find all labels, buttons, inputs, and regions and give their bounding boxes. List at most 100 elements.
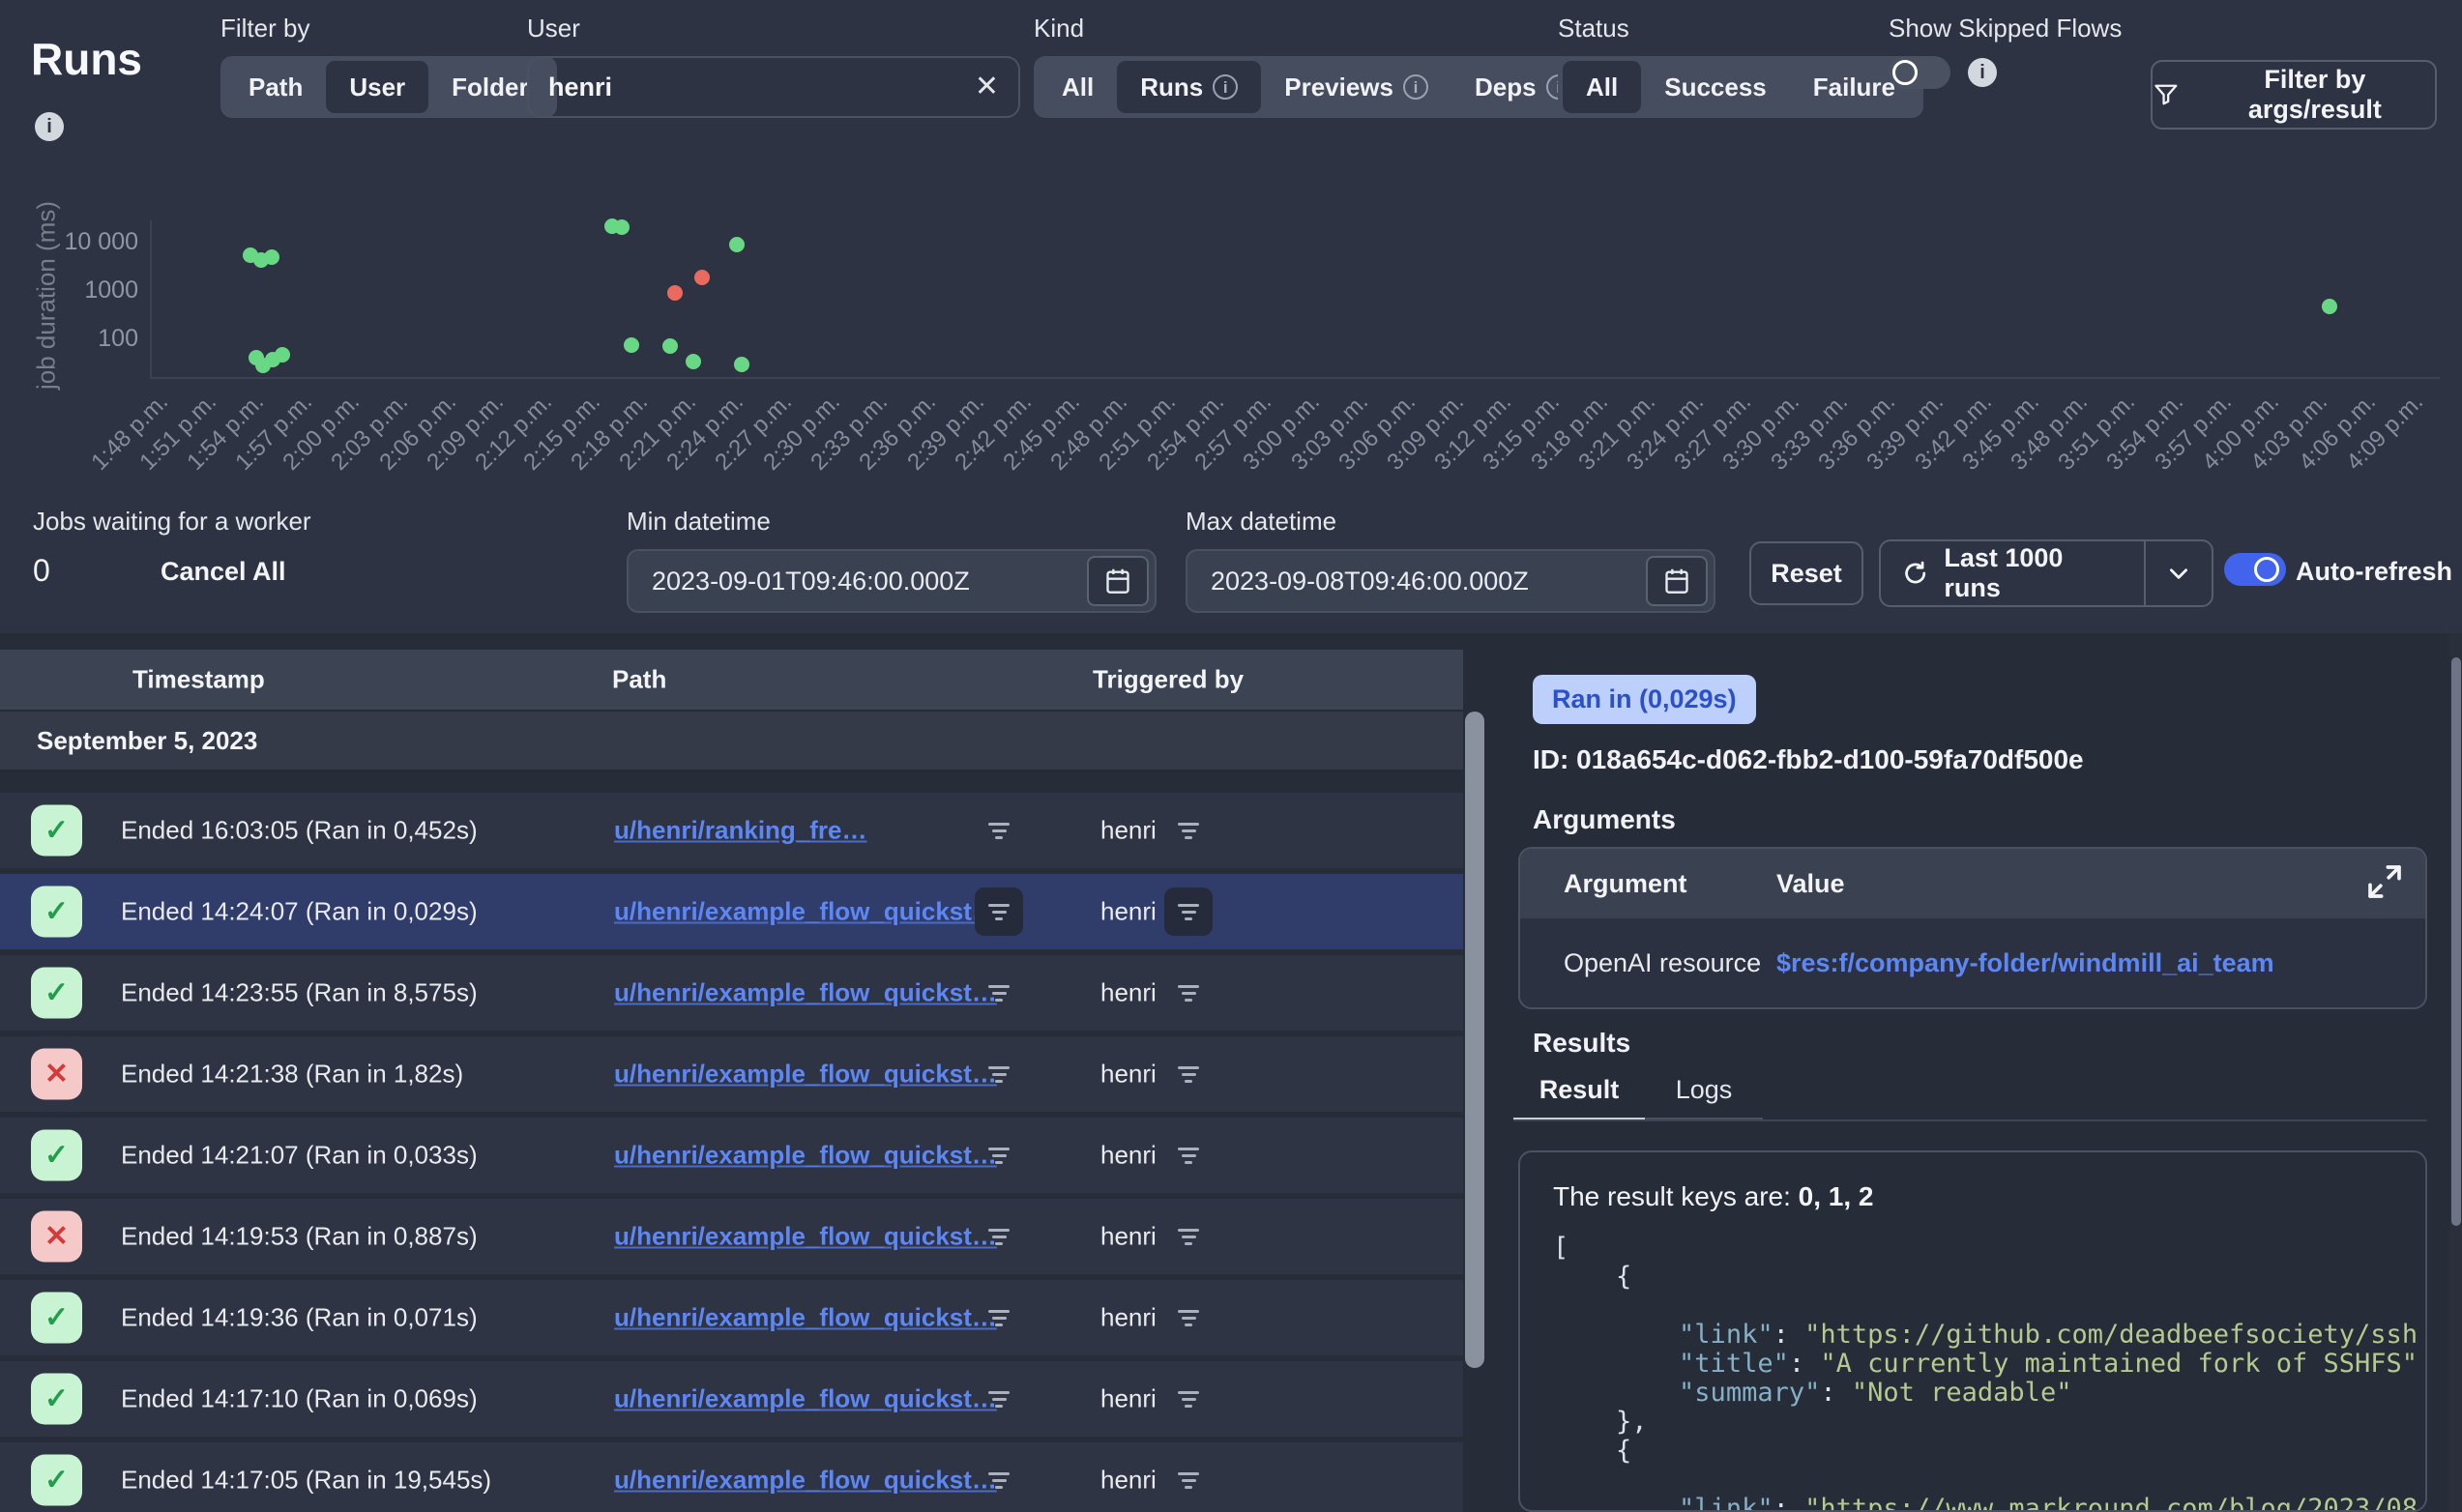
user-filter-button[interactable] xyxy=(1164,1212,1213,1261)
path-filter-button[interactable] xyxy=(975,806,1023,855)
column-triggered-by[interactable]: Triggered by xyxy=(1093,665,1244,695)
max-datetime-input[interactable]: 2023-09-08T09:46:00.000Z xyxy=(1186,549,1715,613)
user-filter-button[interactable] xyxy=(1164,1131,1213,1179)
y-axis-line xyxy=(150,220,152,377)
table-row[interactable]: ✓ Ended 14:17:10 (Ran in 0,069s) u/henri… xyxy=(0,1361,1463,1437)
info-icon[interactable]: i xyxy=(1213,74,1238,100)
kind-option-runs[interactable]: Runs i xyxy=(1117,61,1261,113)
row-path-link[interactable]: u/henri/ranking_fre… xyxy=(614,816,867,846)
dropdown-chevron[interactable] xyxy=(2146,561,2212,586)
row-path-link[interactable]: u/henri/example_flow_quickst… xyxy=(614,1141,997,1171)
table-row[interactable]: ✓ Ended 14:23:55 (Ran in 8,575s) u/henri… xyxy=(0,955,1463,1031)
status-option-success[interactable]: Success xyxy=(1641,61,1790,113)
path-filter-button[interactable] xyxy=(975,1212,1023,1261)
user-input-value: henri xyxy=(548,73,975,102)
expand-icon[interactable] xyxy=(2365,862,2404,901)
filter-args-button[interactable]: Filter by args/result xyxy=(2151,60,2437,130)
user-filter-button[interactable] xyxy=(1164,1050,1213,1098)
kind-option-all[interactable]: All xyxy=(1039,61,1117,113)
path-filter-button[interactable] xyxy=(975,1375,1023,1423)
panel-scrollbar[interactable] xyxy=(2450,633,2462,1512)
row-timestamp: Ended 14:21:38 (Ran in 1,82s) xyxy=(121,1060,463,1090)
table-row[interactable]: ✓ Ended 14:24:07 (Ran in 0,029s) u/henri… xyxy=(0,874,1463,949)
user-input[interactable]: henri ✕ xyxy=(527,56,1020,118)
path-filter-button[interactable] xyxy=(975,969,1023,1017)
chart-point[interactable] xyxy=(624,337,639,353)
scrollbar-thumb[interactable] xyxy=(1465,712,1484,1368)
table-row[interactable]: ✓ Ended 14:21:07 (Ran in 0,033s) u/henri… xyxy=(0,1118,1463,1193)
user-filter-button[interactable] xyxy=(1164,1375,1213,1423)
chart-point[interactable] xyxy=(264,249,279,265)
chart-point[interactable] xyxy=(734,357,749,372)
chart-point[interactable] xyxy=(729,237,745,252)
resource-link[interactable]: $res:f/company-folder/windmill_ai_team xyxy=(1776,948,2274,978)
info-icon[interactable]: i xyxy=(1968,58,1997,87)
row-path-link[interactable]: u/henri/example_flow_quickst… xyxy=(614,1060,997,1090)
chart-point[interactable] xyxy=(2322,299,2337,314)
row-timestamp: Ended 14:19:36 (Ran in 0,071s) xyxy=(121,1303,478,1333)
row-triggered-by: henri xyxy=(1100,1060,1157,1090)
status-option-all[interactable]: All xyxy=(1563,61,1641,113)
reset-button[interactable]: Reset xyxy=(1749,541,1863,605)
scrollbar-thumb[interactable] xyxy=(2451,657,2461,1226)
arguments-table-header: Argument Value xyxy=(1520,849,2425,918)
user-filter-button[interactable] xyxy=(1164,1294,1213,1342)
path-filter-button[interactable] xyxy=(975,887,1023,936)
chart-point[interactable] xyxy=(686,354,701,369)
last-runs-button[interactable]: Last 1000 runs xyxy=(1879,539,2213,607)
auto-refresh-toggle[interactable] xyxy=(2224,553,2286,586)
kind-option-previews[interactable]: Previews i xyxy=(1261,61,1451,113)
column-timestamp[interactable]: Timestamp xyxy=(132,665,265,695)
table-row[interactable]: ✓ Ended 16:03:05 (Ran in 0,452s) u/henri… xyxy=(0,793,1463,868)
calendar-button[interactable] xyxy=(1087,556,1149,606)
table-row[interactable]: ✓ Ended 14:19:36 (Ran in 0,071s) u/henri… xyxy=(0,1280,1463,1355)
chart-point[interactable] xyxy=(667,285,683,301)
user-filter-button[interactable] xyxy=(1164,806,1213,855)
table-scrollbar[interactable] xyxy=(1463,712,1486,1512)
chart-point[interactable] xyxy=(694,270,710,285)
user-label: User xyxy=(527,14,1020,43)
tab-divider xyxy=(1513,1119,2427,1121)
skipped-flows-toggle[interactable] xyxy=(1889,56,1950,89)
row-path-link[interactable]: u/henri/example_flow_quickst… xyxy=(614,897,997,927)
row-path-link[interactable]: u/henri/example_flow_quickst… xyxy=(614,1466,997,1496)
chart-point[interactable] xyxy=(614,219,630,235)
row-triggered-by: henri xyxy=(1100,1141,1157,1171)
row-path-link[interactable]: u/henri/example_flow_quickst… xyxy=(614,978,997,1008)
user-filter-button[interactable] xyxy=(1164,1456,1213,1504)
max-datetime-group: Max datetime 2023-09-08T09:46:00.000Z xyxy=(1186,507,1715,613)
calendar-button[interactable] xyxy=(1646,556,1708,606)
row-path-link[interactable]: u/henri/example_flow_quickst… xyxy=(614,1384,997,1414)
table-row[interactable]: ✓ Ended 14:17:05 (Ran in 19,545s) u/henr… xyxy=(0,1442,1463,1512)
path-filter-button[interactable] xyxy=(975,1456,1023,1504)
path-filter-button[interactable] xyxy=(975,1131,1023,1179)
table-row[interactable]: ✕ Ended 14:19:53 (Ran in 0,887s) u/henri… xyxy=(0,1199,1463,1274)
table-header: Timestamp Path Triggered by xyxy=(0,650,1463,710)
user-filter-button[interactable] xyxy=(1164,969,1213,1017)
min-datetime-input[interactable]: 2023-09-01T09:46:00.000Z xyxy=(627,549,1157,613)
filter-lines-icon xyxy=(1178,981,1199,1005)
cancel-all-button[interactable]: Cancel All xyxy=(161,557,286,587)
filter-by-option-path[interactable]: Path xyxy=(225,61,326,113)
tab-result[interactable]: Result xyxy=(1513,1066,1645,1113)
path-filter-button[interactable] xyxy=(975,1294,1023,1342)
info-icon[interactable]: i xyxy=(1403,74,1428,100)
filter-by-option-user[interactable]: User xyxy=(326,61,428,113)
column-path[interactable]: Path xyxy=(612,665,666,695)
code-line: { xyxy=(1553,1263,2425,1292)
row-path-link[interactable]: u/henri/example_flow_quickst… xyxy=(614,1303,997,1333)
chart-point[interactable] xyxy=(662,338,678,354)
path-filter-button[interactable] xyxy=(975,1050,1023,1098)
tab-logs[interactable]: Logs xyxy=(1645,1066,1763,1113)
row-path-link[interactable]: u/henri/example_flow_quickst… xyxy=(614,1222,997,1252)
filter-lines-icon xyxy=(988,1306,1010,1330)
skipped-flows-label: Show Skipped Flows xyxy=(1889,14,2122,43)
table-row[interactable]: ✕ Ended 14:21:38 (Ran in 1,82s) u/henri/… xyxy=(0,1036,1463,1112)
results-heading: Results xyxy=(1533,1028,1630,1059)
filter-lines-icon xyxy=(988,1225,1010,1249)
clear-icon[interactable]: ✕ xyxy=(975,73,999,102)
user-filter-button[interactable] xyxy=(1164,887,1213,936)
result-intro: The result keys are: 0, 1, 2 xyxy=(1553,1181,2425,1212)
chart-point[interactable] xyxy=(275,347,290,363)
jobs-waiting-count: 0 xyxy=(33,553,50,589)
